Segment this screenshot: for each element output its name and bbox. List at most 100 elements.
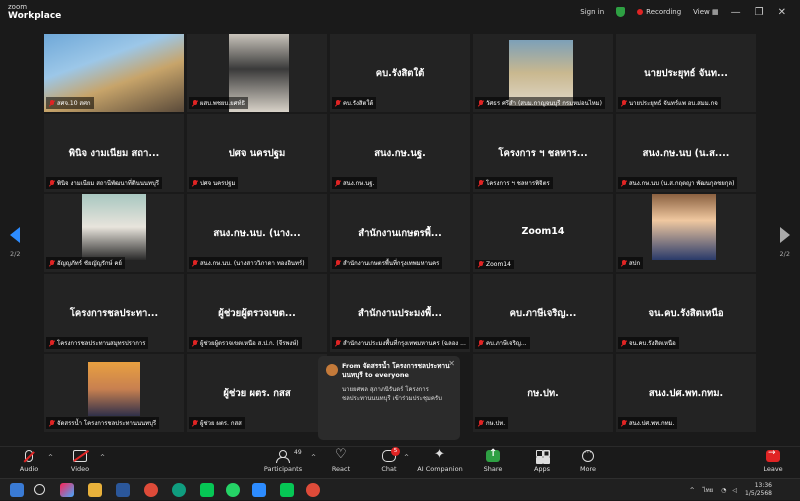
- clock-date: 1/5/2568: [745, 490, 772, 497]
- mic-muted-icon: [478, 419, 484, 427]
- participant-tile[interactable]: สศจ.10 สศก: [44, 34, 184, 112]
- participant-label-text: นายประยุทธ์ จันทร์แพ อบ.สมม.กจ: [629, 100, 718, 107]
- participant-tile[interactable]: กษ.ปท. กษ.ปท.: [473, 354, 613, 432]
- participant-tile[interactable]: สำนักงานประมงพื้... สำนักงานประมงพื้นที่ก…: [330, 274, 470, 352]
- video-button[interactable]: Video: [55, 450, 105, 473]
- chat-message: นายยศพล สุภาภนิรันดร์ โครงการชลประทานนนท…: [342, 386, 442, 402]
- line-icon[interactable]: [200, 483, 214, 497]
- volume-icon[interactable]: ◁: [732, 487, 737, 494]
- wifi-icon[interactable]: ◔: [721, 487, 726, 494]
- close-icon[interactable]: ✕: [778, 7, 786, 18]
- participant-display-name: โครงการชลประทา...: [69, 308, 159, 319]
- participant-tile[interactable]: สปก: [616, 194, 756, 272]
- share-button[interactable]: Share: [468, 448, 518, 473]
- participant-tile[interactable]: สนง.กษ.นบ (น.ส.... สนง.กษ.นบ (น.ส.กฤตญา พ…: [616, 114, 756, 192]
- mic-muted-icon: [335, 179, 341, 187]
- react-button[interactable]: React: [316, 447, 366, 473]
- chrome-icon[interactable]: [144, 483, 158, 497]
- title-bar: zoom Workplace Sign in Recording View ▦ …: [0, 0, 800, 24]
- participant-name-label: สศจ.10 สศก: [46, 97, 94, 109]
- participant-tile[interactable]: จัดสรรน้ำ โครงการชลประทานนนทบุรี: [44, 354, 184, 432]
- share-screen-icon: [486, 448, 500, 462]
- participant-tile[interactable]: ปศจ นครปฐม ปศจ นครปฐม: [187, 114, 327, 192]
- meeting-toolbar: Audio ^ Video ^ 49 Participants ^ React 5…: [0, 446, 800, 478]
- windows-start-icon[interactable]: [10, 483, 24, 497]
- previous-page-icon[interactable]: [10, 227, 20, 243]
- close-icon[interactable]: ✕: [448, 359, 455, 368]
- apps-icon: [535, 450, 549, 462]
- participant-label-text: สำนักงานประมงพื้นที่กรุงเทพมหานคร (ฉลอง …: [343, 340, 466, 347]
- participant-display-name: คบ.ภาษีเจริญ...: [509, 308, 577, 319]
- participant-display-name: สำนักงานประมงพื้...: [357, 308, 443, 319]
- participant-tile[interactable]: ผู้ช่วย ผตร. กสส ผู้ช่วย ผตร. กสส: [187, 354, 327, 432]
- language-indicator[interactable]: ไทย: [703, 485, 714, 495]
- chat-sender: From จัดสรรน้ำ โครงการชลประทานนนทบุรี to…: [342, 362, 450, 379]
- word-icon[interactable]: [116, 483, 130, 497]
- participant-tile[interactable]: พินิจ งามเนียม สถา... พินิจ งามเนียม สถาน…: [44, 114, 184, 192]
- file-explorer-icon[interactable]: [88, 483, 102, 497]
- mic-muted-icon: [49, 179, 55, 187]
- mic-muted-icon: [478, 339, 484, 347]
- zoom-taskbar-icon[interactable]: [252, 483, 266, 497]
- participant-tile[interactable]: อัญญภัทร์ ชัยญัญรักษ์ คย์: [44, 194, 184, 272]
- participant-tile[interactable]: ผสบ.พชยบ.ยศท์ธิ: [187, 34, 327, 112]
- participant-tile[interactable]: คบ.รังสิตใต้ คบ.รังสิตใต้: [330, 34, 470, 112]
- participant-tile[interactable]: สนง.กษ.นบ. (นาง... สนง.กษ.นบ. (นางสาววิภา…: [187, 194, 327, 272]
- record-dot-icon: [637, 9, 644, 15]
- chat-chevron-icon[interactable]: ^: [404, 454, 409, 461]
- participant-tile[interactable]: โครงการชลประทา... โครงการชลประทานสมุทรปรา…: [44, 274, 184, 352]
- participant-display-name: คบ.รังสิตใต้: [375, 68, 425, 79]
- mic-muted-icon: [621, 179, 627, 187]
- participant-label-text: สนง.กษ.นบ (น.ส.กฤตญา พัฒนกุลชยกุล): [629, 180, 735, 187]
- brand-name: Workplace: [8, 11, 62, 21]
- recording-indicator[interactable]: Recording: [637, 8, 681, 16]
- participant-label-text: ปศจ นครปฐม: [200, 180, 236, 187]
- participant-tile[interactable]: Zoom14 Zoom14: [473, 194, 613, 272]
- participant-tile[interactable]: สนง.กษ.นฐ. สนง.กษ.นฐ.: [330, 114, 470, 192]
- participant-tile[interactable]: คบ.ภาษีเจริญ... คบ.ภาษีเจริญ...: [473, 274, 613, 352]
- more-button[interactable]: More: [563, 448, 613, 473]
- mic-muted-icon: [478, 99, 484, 107]
- participant-tile[interactable]: สนง.ปศ.พท.กทม. สนง.ปศ.พท.กทม.: [616, 354, 756, 432]
- system-clock[interactable]: 13:36 1/5/2568: [745, 482, 772, 498]
- react-label: React: [331, 465, 351, 473]
- participant-tile[interactable]: ผู้ช่วยผู้ตรวจเขต... ผู้ช่วยผู้ตรวจเขตเหน…: [187, 274, 327, 352]
- video-options-chevron-icon[interactable]: ^: [100, 454, 105, 461]
- minimize-icon[interactable]: —: [731, 7, 741, 18]
- leave-button[interactable]: Leave: [748, 448, 798, 473]
- participant-tile[interactable]: จน.คบ.รังสิตเหนือ จน.คบ.รังสิตเหนือ: [616, 274, 756, 352]
- sign-in-link[interactable]: Sign in: [580, 8, 604, 16]
- copilot-icon[interactable]: [60, 483, 74, 497]
- restore-icon[interactable]: ❐: [755, 7, 764, 18]
- audio-options-chevron-icon[interactable]: ^: [48, 454, 53, 461]
- participant-tile[interactable]: โครงการ ฯ ชลหาร... โครงการ ฯ ชลหารพิจิตร: [473, 114, 613, 192]
- shield-icon[interactable]: [616, 7, 626, 17]
- mic-muted-icon: [49, 259, 55, 267]
- mic-muted-icon: [621, 339, 627, 347]
- participant-label-text: คบ.รังสิตใต้: [343, 100, 374, 107]
- chat-icon: 5: [382, 447, 400, 462]
- whatsapp-icon[interactable]: [226, 483, 240, 497]
- audio-button[interactable]: Audio: [4, 450, 54, 473]
- chrome-icon-2[interactable]: [306, 483, 320, 497]
- participant-display-name: สนง.กษ.นบ. (นาง...: [213, 228, 301, 239]
- apps-button[interactable]: Apps: [517, 450, 567, 473]
- view-button[interactable]: View ▦: [693, 8, 718, 16]
- participant-name-label: คบ.ภาษีเจริญ...: [475, 337, 530, 349]
- ai-companion-button[interactable]: AI Companion: [410, 447, 470, 473]
- participant-label-text: พินิจ งามเนียม สถานีพัฒนาที่ดินนนทบุรี: [57, 180, 160, 187]
- line-icon-2[interactable]: [280, 483, 294, 497]
- participant-display-name: Zoom14: [521, 226, 565, 237]
- next-page-icon[interactable]: [780, 227, 790, 243]
- participant-name-label: โครงการชลประทานสมุทรปราการ: [46, 337, 149, 349]
- search-icon[interactable]: [34, 484, 45, 495]
- participants-button[interactable]: 49 Participants: [258, 449, 308, 473]
- tray-chevron-icon[interactable]: ^: [690, 487, 695, 494]
- edge-icon[interactable]: [172, 483, 186, 497]
- participant-tile[interactable]: สำนักงานเกษตรพื้... สำนักงานเกษตรพื้นที่ก…: [330, 194, 470, 272]
- participant-tile[interactable]: นายประยุทธ์ จันท... นายประยุทธ์ จันทร์แพ …: [616, 34, 756, 112]
- participant-tile[interactable]: วัศธร ศรีสำ (สบม.กาญจนบุรี กรมหม่อนไหม): [473, 34, 613, 112]
- zoom-logo: zoom Workplace: [8, 3, 61, 21]
- participants-icon: 49: [276, 449, 302, 463]
- chat-notification[interactable]: ✕ From จัดสรรน้ำ โครงการชลประทานนนทบุรี …: [318, 356, 460, 440]
